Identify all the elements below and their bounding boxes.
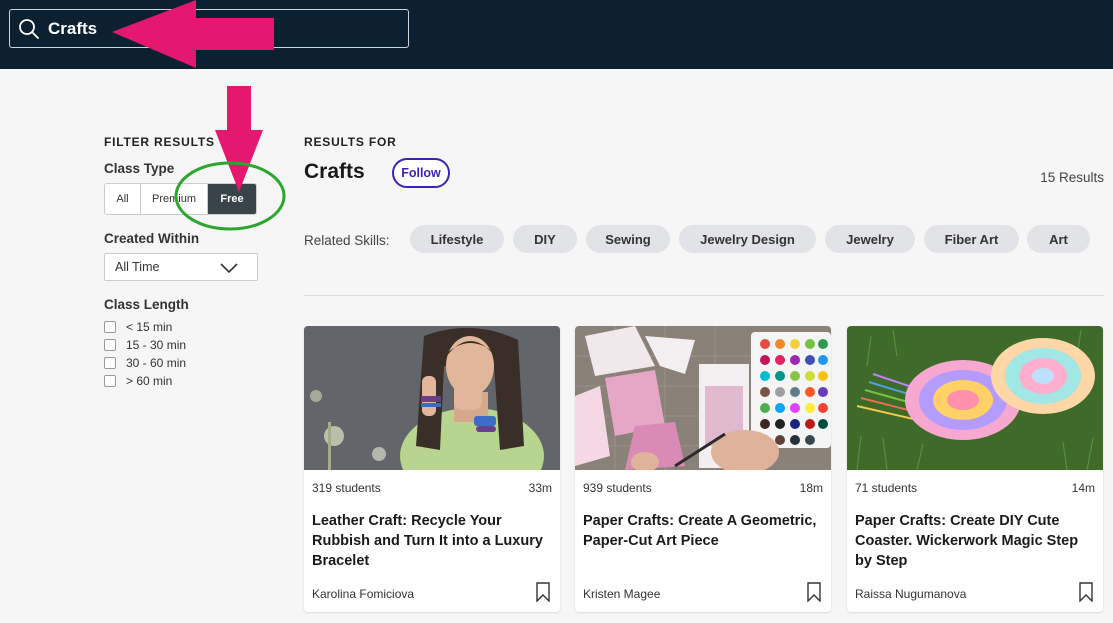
- class-author[interactable]: Raissa Nugumanova: [855, 587, 966, 601]
- search-input[interactable]: [48, 16, 398, 42]
- class-duration: 18m: [799, 481, 823, 495]
- class-author[interactable]: Kristen Magee: [583, 587, 660, 601]
- class-meta: 319 students 33m: [312, 481, 552, 495]
- class-length-option[interactable]: 15 - 30 min: [104, 338, 186, 352]
- class-thumbnail[interactable]: [847, 326, 1103, 470]
- skill-chip-art[interactable]: Art: [1027, 225, 1090, 253]
- skill-chip-jewelry-design[interactable]: Jewelry Design: [679, 225, 816, 253]
- class-type-free[interactable]: Free: [208, 184, 256, 214]
- follow-button[interactable]: Follow: [392, 158, 450, 188]
- student-count: 939 students: [583, 481, 652, 495]
- results-title: Crafts: [304, 160, 365, 183]
- bookmark-icon[interactable]: [1079, 582, 1093, 602]
- class-title[interactable]: Leather Craft: Recycle Your Rubbish and …: [312, 511, 552, 571]
- annotation-arrow-down: [215, 86, 263, 192]
- skill-chip-sewing[interactable]: Sewing: [586, 225, 670, 253]
- student-count: 71 students: [855, 481, 918, 495]
- bookmark-icon[interactable]: [807, 582, 821, 602]
- top-bar: [0, 0, 1113, 69]
- created-within-value: All Time: [115, 260, 160, 274]
- checkbox[interactable]: [104, 357, 116, 369]
- skill-chip-jewelry[interactable]: Jewelry: [825, 225, 915, 253]
- created-within-label: Created Within: [104, 231, 200, 246]
- student-count: 319 students: [312, 481, 381, 495]
- created-within-select[interactable]: All Time: [104, 253, 258, 281]
- class-title[interactable]: Paper Crafts: Create A Geometric, Paper-…: [583, 511, 823, 551]
- class-type-premium[interactable]: Premium: [141, 184, 208, 214]
- class-type-segmented-control: All Premium Free: [104, 183, 257, 215]
- class-thumbnail[interactable]: [575, 326, 831, 470]
- search-icon: [19, 19, 39, 39]
- divider: [304, 295, 1104, 296]
- related-skills-label: Related Skills:: [304, 233, 390, 248]
- class-card[interactable]: 939 students 18m Paper Crafts: Create A …: [575, 326, 831, 612]
- skill-chip-lifestyle[interactable]: Lifestyle: [410, 225, 504, 253]
- class-meta: 71 students 14m: [855, 481, 1095, 495]
- class-card[interactable]: 319 students 33m Leather Craft: Recycle …: [304, 326, 560, 612]
- class-author[interactable]: Karolina Fomiciova: [312, 587, 414, 601]
- class-length-option-label: > 60 min: [126, 374, 173, 388]
- class-type-label: Class Type: [104, 161, 175, 176]
- class-meta: 939 students 18m: [583, 481, 823, 495]
- skill-chip-fiber-art[interactable]: Fiber Art: [924, 225, 1019, 253]
- skill-chip-diy[interactable]: DIY: [513, 225, 577, 253]
- class-title[interactable]: Paper Crafts: Create DIY Cute Coaster. W…: [855, 511, 1095, 571]
- filter-results-heading: FILTER RESULTS: [104, 135, 215, 149]
- search-box[interactable]: [9, 9, 409, 48]
- checkbox[interactable]: [104, 321, 116, 333]
- checkbox[interactable]: [104, 375, 116, 387]
- class-duration: 33m: [528, 481, 552, 495]
- class-length-option-label: 15 - 30 min: [126, 338, 187, 352]
- class-length-option-label: < 15 min: [126, 320, 173, 334]
- class-length-option[interactable]: < 15 min: [104, 320, 172, 334]
- class-length-option-label: 30 - 60 min: [126, 356, 187, 370]
- bookmark-icon[interactable]: [536, 582, 550, 602]
- class-length-option[interactable]: > 60 min: [104, 374, 172, 388]
- checkbox[interactable]: [104, 339, 116, 351]
- class-card[interactable]: 71 students 14m Paper Crafts: Create DIY…: [847, 326, 1103, 612]
- results-count: 15 Results: [1040, 170, 1104, 185]
- class-type-all[interactable]: All: [105, 184, 141, 214]
- results-for-label: RESULTS FOR: [304, 135, 397, 149]
- class-length-label: Class Length: [104, 297, 189, 312]
- class-length-option[interactable]: 30 - 60 min: [104, 356, 186, 370]
- chevron-down-icon: [220, 263, 238, 274]
- class-thumbnail[interactable]: [304, 326, 560, 470]
- class-duration: 14m: [1071, 481, 1095, 495]
